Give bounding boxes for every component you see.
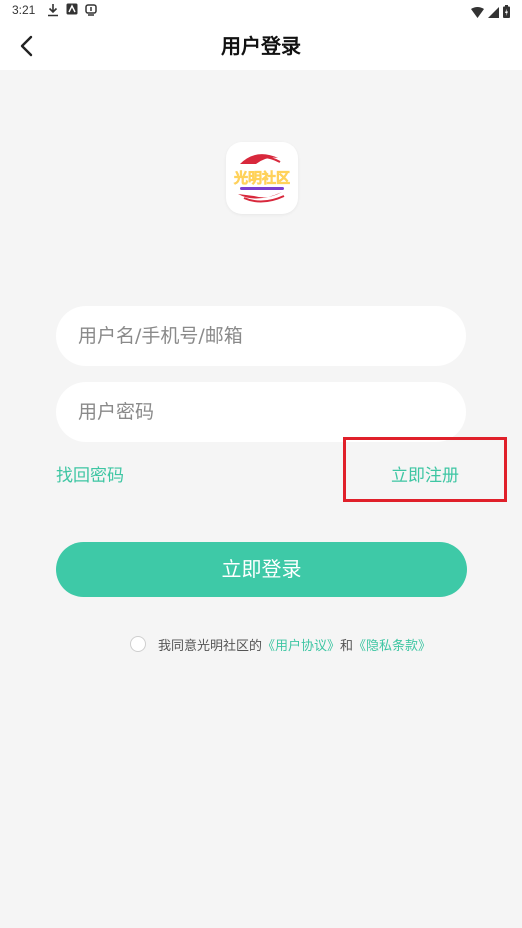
- user-agreement-link[interactable]: 《用户协议》: [262, 635, 340, 654]
- header: 用户登录: [0, 22, 522, 70]
- forgot-password-link[interactable]: 找回密码: [56, 461, 124, 486]
- register-link[interactable]: 立即注册: [391, 461, 459, 486]
- wifi-icon: [471, 3, 484, 22]
- privacy-policy-link[interactable]: 《隐私条款》: [353, 635, 431, 654]
- logo-text: 光明社区: [233, 170, 290, 187]
- app-logo: 光明社区: [226, 142, 298, 214]
- agreement-checkbox[interactable]: [130, 636, 146, 652]
- agreement-prefix: 我同意光明社区的: [158, 638, 263, 654]
- username-input[interactable]: [56, 306, 466, 366]
- page-title: 用户登录: [221, 34, 301, 58]
- download-icon: [47, 3, 59, 20]
- username-field-wrapper: [56, 306, 466, 366]
- status-bar: 3:21: [0, 0, 522, 22]
- password-input[interactable]: [56, 382, 466, 442]
- agreement-row: 我同意光明社区的 《用户协议》 和 《隐私条款》: [130, 634, 431, 654]
- notification-icon: [84, 3, 98, 20]
- signal-icon: [488, 3, 499, 22]
- app-icon: [66, 3, 78, 18]
- login-button[interactable]: 立即登录: [56, 542, 467, 597]
- battery-icon: [503, 3, 510, 22]
- password-field-wrapper: [56, 382, 466, 442]
- status-time: 3:21: [12, 3, 36, 17]
- agreement-and: 和: [340, 638, 354, 654]
